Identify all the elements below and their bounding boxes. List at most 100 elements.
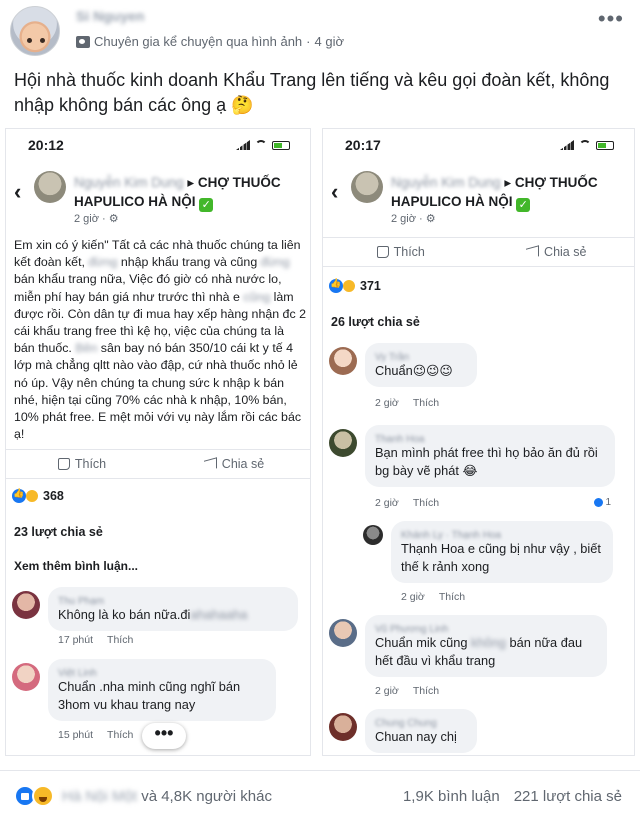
comment-like-button[interactable]: Thích (413, 397, 439, 409)
commenter-name[interactable]: Thu Phạm (58, 593, 288, 607)
reaction-summary[interactable]: Hà Nội Một và 4,8K người khác (14, 785, 272, 807)
back-arrow-icon[interactable]: ‹ (14, 179, 21, 205)
reactor-names: Hà Nội Một (62, 787, 138, 805)
status-bar: 20:17 (323, 129, 634, 161)
like-button[interactable]: Thích (6, 450, 158, 478)
comment-time: 2 giờ (375, 685, 399, 697)
commenter-avatar[interactable] (12, 663, 40, 691)
action-bar: Thích Chia sẻ (323, 237, 634, 267)
comment: Vy Trần Chuẩn😉😉😉 2 giờ Thích (329, 343, 619, 415)
screenshot-right: 20:17 ‹ Nguyễn Kim Dung ▸ CHỢ THUỐC HAPU… (322, 128, 635, 756)
screenshot-left: 20:12 ‹ Nguyễn Kim Dung ▸ CHỢ THUỐC HAPU… (5, 128, 311, 756)
comment-text: Chuẩn .nha minh cũng nghĩ bán 3hom vu kh… (58, 679, 241, 712)
share-count[interactable]: 26 lượt chia sẻ (331, 315, 420, 329)
comment-like-button[interactable]: Thích (107, 729, 133, 741)
share-count[interactable]: 221 lượt chia sẻ (514, 788, 622, 805)
haha-reaction-icon (342, 279, 356, 293)
group-author-name[interactable]: Nguyễn Kim Dung (391, 175, 501, 190)
group-author-avatar[interactable] (34, 171, 66, 203)
group-post-title: Nguyễn Kim Dung ▸ CHỢ THUỐC HAPULICO HÀ … (74, 175, 281, 212)
comment-text: Chuẩn😉😉😉 (375, 363, 453, 378)
commenter-avatar[interactable] (12, 591, 40, 619)
battery-icon (272, 140, 290, 150)
commenter-name[interactable]: Vy Trần (375, 349, 467, 363)
post-counts: 1,9K bình luận 221 lượt chia sẻ (403, 788, 622, 805)
group-post-meta: 2 giờ · ⚙ (391, 213, 436, 225)
comment-count[interactable]: 1,9K bình luận (403, 788, 500, 805)
more-options-button[interactable]: ••• (142, 723, 186, 749)
share-button[interactable]: Chia sẻ (479, 238, 635, 266)
comment-like-button[interactable]: Thích (413, 497, 439, 509)
commenter-name[interactable]: Vũ Phương Linh (375, 621, 597, 635)
comment-text: Bạn mình phát free thì họ bảo ăn đủ rồi … (375, 445, 598, 478)
view-more-comments-link[interactable]: Xem thêm bình luận... (14, 559, 138, 573)
post-time[interactable]: 4 giờ (315, 34, 345, 49)
comment: Thu Phạm Không là ko bán nữa.điahahaaha … (12, 587, 302, 647)
comment-bubble: Vy Trần Chuẩn😉😉😉 (365, 343, 477, 387)
author-name[interactable]: Si Nguyen (76, 8, 144, 24)
group-post-header: ‹ Nguyễn Kim Dung ▸ CHỢ THUỐC HAPULICO H… (323, 169, 634, 225)
comment-reply: Khánh Ly · Thạnh Hoa Thạnh Hoa e cũng bị… (363, 521, 625, 607)
reactor-others: và 4,8K người khác (141, 787, 272, 805)
reaction-summary[interactable]: 371 (329, 278, 381, 293)
group-post-body: Em xin có ý kiến" Tất cả các nhà thuốc c… (14, 238, 306, 442)
back-arrow-icon[interactable]: ‹ (331, 179, 338, 205)
more-options-icon[interactable]: ••• (598, 6, 624, 32)
commenter-avatar[interactable] (329, 429, 357, 457)
comment-actions: 2 giờ Thích (401, 591, 465, 603)
share-arrow-icon (203, 456, 217, 472)
comment-text: Chuẩn mik cũng không bán nữa đau hết đầu… (375, 635, 583, 668)
like-button[interactable]: Thích (323, 238, 479, 266)
like-reaction-icon (329, 278, 343, 293)
group-post-title: Nguyễn Kim Dung ▸ CHỢ THUỐC HAPULICO HÀ … (391, 175, 598, 212)
comment-time: 17 phút (58, 634, 94, 646)
commenter-name[interactable]: Việt Linh (58, 665, 266, 679)
commenter-name[interactable]: Khánh Ly · Thạnh Hoa (401, 527, 603, 541)
reaction-summary[interactable]: 368 (12, 488, 64, 503)
comment-like-button[interactable]: Thích (107, 634, 133, 646)
author-category[interactable]: Chuyên gia kể chuyện qua hình ảnh (94, 34, 302, 49)
commenter-avatar[interactable] (329, 347, 357, 375)
comment-actions: 17 phút Thích (58, 634, 133, 646)
post-header: Si Nguyen Chuyên gia kể chuyện qua hình … (0, 0, 640, 62)
comment-bubble: Chung Chung Chuan nay chị (365, 709, 477, 753)
wifi-icon (579, 140, 591, 150)
comment-bubble: Việt Linh Chuẩn .nha minh cũng nghĩ bán … (48, 659, 276, 721)
share-button[interactable]: Chia sẻ (158, 450, 310, 478)
author-avatar[interactable] (10, 6, 60, 56)
comment-actions: 2 giờ Thích (375, 685, 439, 697)
comment: Vũ Phương Linh Chuẩn mik cũng không bán … (329, 615, 619, 701)
like-reaction-icon (594, 498, 604, 507)
comment-time: 2 giờ (375, 397, 399, 409)
storyteller-badge-icon (76, 35, 90, 48)
commenter-avatar[interactable] (329, 619, 357, 647)
comment-like-button[interactable]: Thích (439, 591, 465, 603)
like-reaction-icon (12, 488, 26, 503)
commenter-name[interactable]: Chung Chung (375, 715, 467, 729)
commenter-name[interactable]: Thanh Hoa (375, 431, 605, 445)
reaction-count: 368 (43, 489, 64, 503)
thumbs-up-icon (57, 458, 70, 470)
group-author-name[interactable]: Nguyễn Kim Dung (74, 175, 184, 190)
haha-reaction-icon (25, 489, 39, 503)
share-count[interactable]: 23 lượt chia sẻ (14, 525, 103, 539)
comment-text: Chuan nay chị (375, 729, 457, 744)
post-stats-bar: Hà Nội Một và 4,8K người khác 1,9K bình … (0, 770, 640, 823)
comment-time: 15 phút (58, 729, 94, 741)
comment-text: Thạnh Hoa e cũng bị như vậy , biết thế k… (401, 541, 601, 574)
commenter-avatar[interactable] (363, 525, 383, 545)
verified-check-icon: ✓ (199, 198, 214, 212)
comment-bubble: Thu Phạm Không là ko bán nữa.điahahaaha (48, 587, 298, 631)
comment-bubble: Khánh Ly · Thạnh Hoa Thạnh Hoa e cũng bị… (391, 521, 613, 583)
group-author-avatar[interactable] (351, 171, 383, 203)
comment-reaction-count[interactable]: 1 (594, 497, 611, 508)
comment-actions: 2 giờ Thích (375, 497, 439, 509)
status-time: 20:17 (345, 137, 381, 153)
haha-reaction-icon (32, 785, 54, 807)
status-time: 20:12 (28, 137, 64, 153)
commenter-avatar[interactable] (329, 713, 357, 741)
group-post-header: ‹ Nguyễn Kim Dung ▸ CHỢ THUỐC HAPULICO H… (6, 169, 310, 225)
comment-like-button[interactable]: Thích (413, 685, 439, 697)
comment-actions: 2 giờ Thích (375, 397, 439, 409)
comment-actions: 15 phút Thích (58, 729, 133, 741)
